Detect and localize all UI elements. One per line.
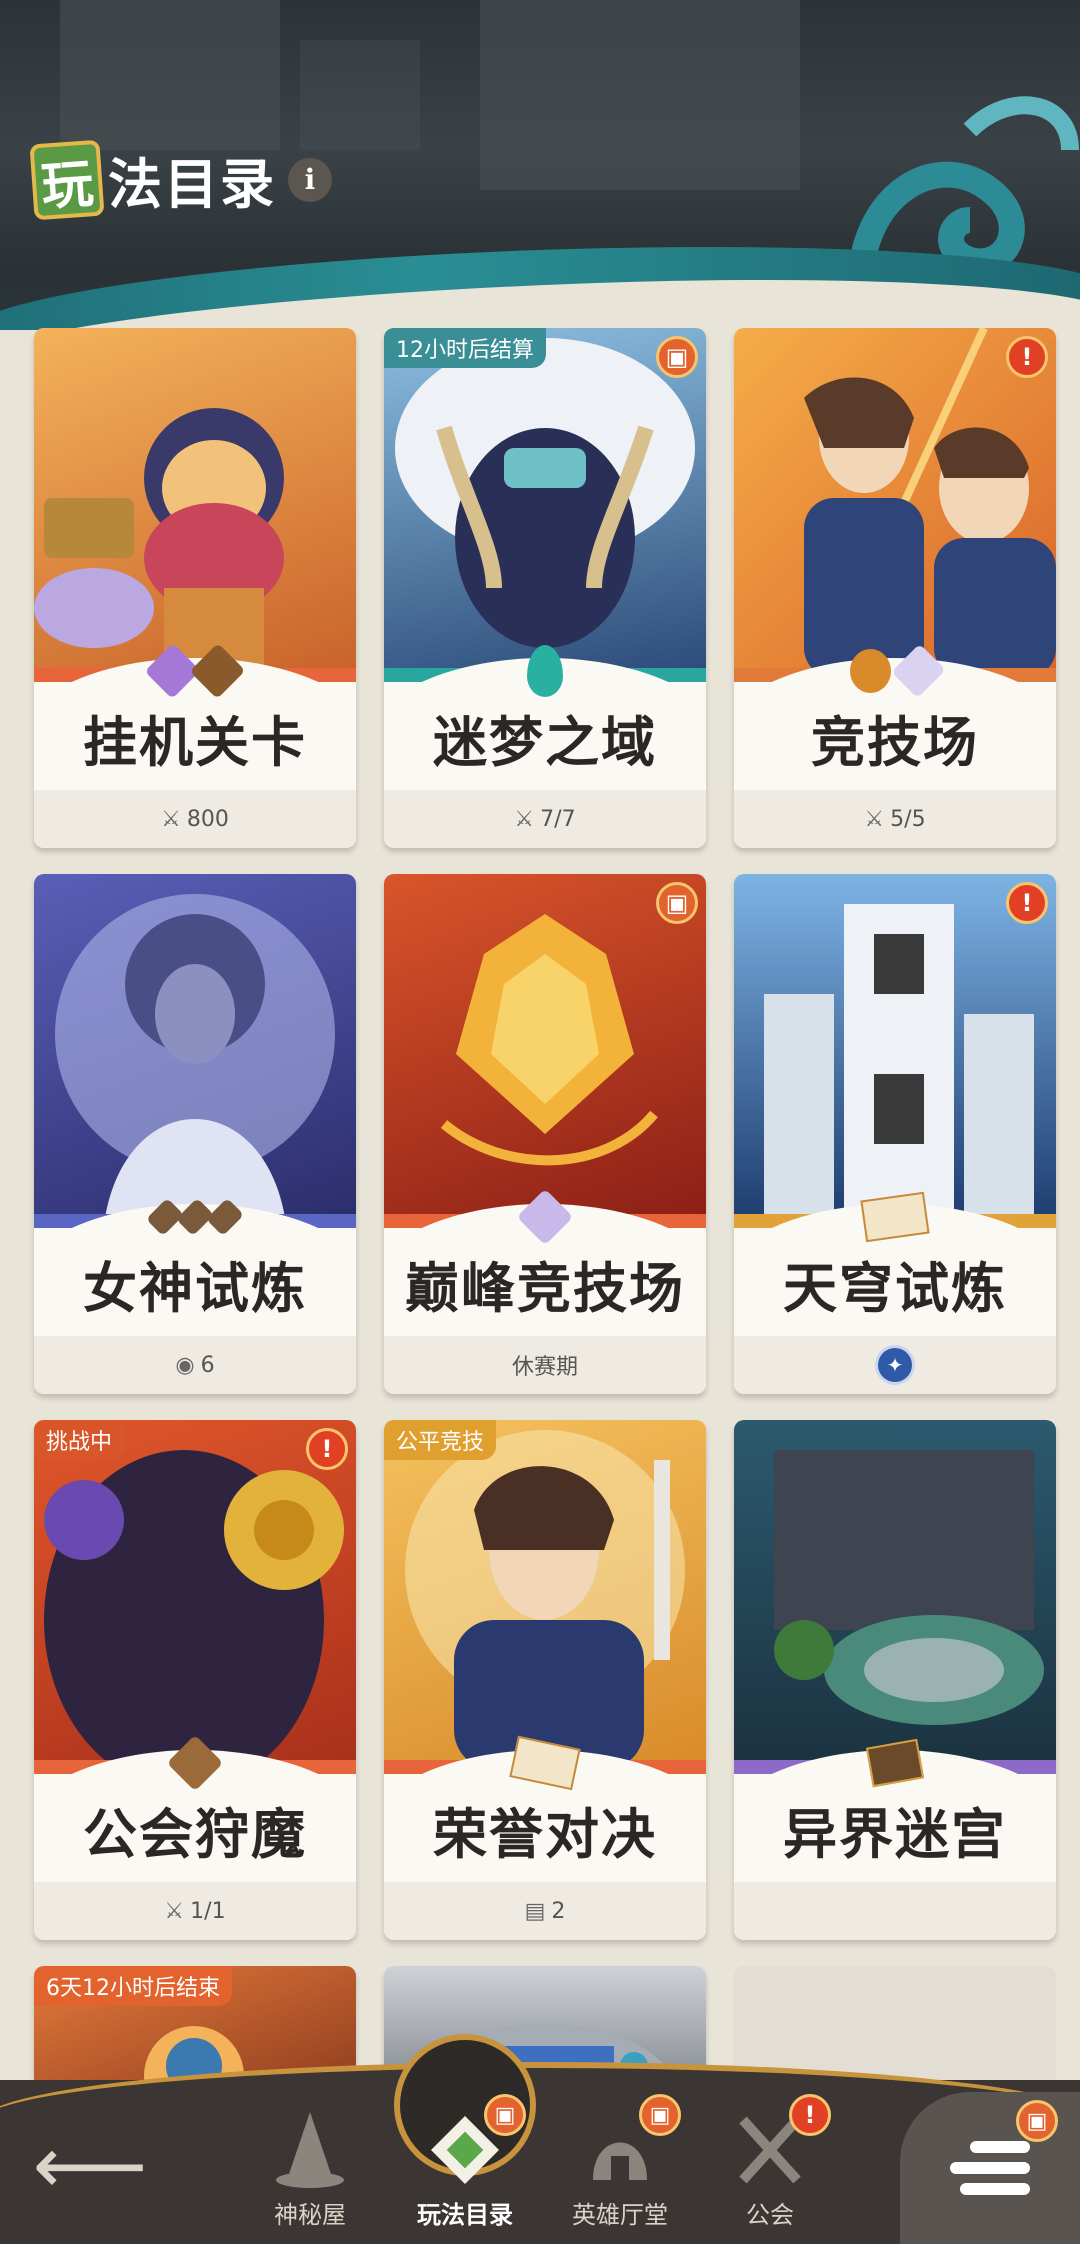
- mode-grid: 挂机关卡 ⚔ 800 12小时后结算 ▣ 迷梦之域 ⚔ 7/7 ! 竞技场 ⚔ …: [0, 0, 1080, 2244]
- mode-card-sky-trial[interactable]: ! 天穹试炼 ✦: [734, 874, 1056, 1394]
- reward-emblem: [500, 643, 590, 699]
- card-title: 公会狩魔: [83, 1802, 307, 1866]
- status-tag: 公平竞技: [384, 1420, 497, 1460]
- gift-badge-icon: ▣: [1016, 2100, 1058, 2142]
- mode-card-peak-arena[interactable]: ▣ 巅峰竞技场 休赛期: [384, 874, 706, 1394]
- card-footer-value: 1/1: [190, 1898, 226, 1924]
- card-footer-value: 5/5: [890, 806, 926, 832]
- card-footer: ⚔ 800: [34, 790, 356, 848]
- mode-card-afk-stages[interactable]: 挂机关卡 ⚔ 800: [34, 328, 356, 848]
- card-art: [734, 1420, 1056, 1770]
- reward-emblem: [150, 1734, 240, 1792]
- mode-card-arena[interactable]: ! 竞技场 ⚔ 5/5: [734, 328, 1056, 848]
- nav-item-mystery-house[interactable]: 神秘屋: [235, 2080, 385, 2244]
- card-footer: ⚔ 1/1: [34, 1882, 356, 1940]
- water-drop-icon: [527, 645, 563, 697]
- card-footer: ⚔ 7/7: [384, 790, 706, 848]
- crossed-swords-icon: ⚔: [164, 1898, 185, 1924]
- reward-emblem: [144, 643, 246, 699]
- reward-emblem: [850, 1735, 940, 1791]
- reward-emblem: [850, 643, 946, 699]
- reward-chest-icon: [189, 643, 246, 699]
- emblem-icon: [205, 1197, 245, 1237]
- menu-button[interactable]: ▣: [900, 2092, 1080, 2244]
- gift-badge-icon: ▣: [656, 882, 698, 924]
- back-arrow-icon[interactable]: ⟵: [33, 2119, 148, 2212]
- card-art: [384, 874, 706, 1224]
- card-art: [734, 874, 1056, 1224]
- scroll-icon: [509, 1735, 581, 1791]
- mode-card-goddess-trial[interactable]: 女神试炼 ◉ 6: [34, 874, 356, 1394]
- crystal-icon: [891, 643, 946, 699]
- card-footer: [734, 1882, 1056, 1940]
- treasure-map-icon: [865, 1738, 925, 1788]
- crossed-swords-icon: ⚔: [864, 806, 885, 832]
- mode-card-dream-realm[interactable]: 12小时后结算 ▣ 迷梦之域 ⚔ 7/7: [384, 328, 706, 848]
- card-footer-value: 800: [186, 806, 229, 832]
- alert-badge-icon: !: [306, 1428, 348, 1470]
- card-art: [384, 1420, 706, 1770]
- coin-icon: ◉: [175, 1352, 195, 1378]
- alert-badge-icon: !: [789, 2094, 831, 2136]
- crystal-icon: [516, 1188, 574, 1246]
- compass-icon: ✦: [878, 1348, 912, 1382]
- card-footer: ⚔ 5/5: [734, 790, 1056, 848]
- coin-icon: [850, 649, 891, 693]
- card-footer-value: 2: [551, 1898, 566, 1924]
- reward-emblem: [850, 1189, 940, 1245]
- crossed-swords-icon: ⚔: [514, 806, 535, 832]
- nav-label: 公会: [746, 2201, 794, 2229]
- card-footer-value: 6: [200, 1352, 215, 1378]
- mode-card-otherworld-labyrinth[interactable]: 异界迷宫: [734, 1420, 1056, 1940]
- alert-badge-icon: !: [1006, 882, 1048, 924]
- card-art: [34, 874, 356, 1224]
- card-footer: ◉ 6: [34, 1336, 356, 1394]
- witch-hat-icon: [273, 2112, 347, 2188]
- card-title: 竞技场: [811, 710, 979, 774]
- card-footer: ▤ 2: [384, 1882, 706, 1940]
- card-footer: ✦: [734, 1336, 1056, 1394]
- card-title: 巅峰竞技场: [405, 1256, 685, 1320]
- card-footer: 休赛期: [384, 1336, 706, 1394]
- scroll-icon: [860, 1191, 930, 1243]
- nav-item-hero-hall[interactable]: ▣ 英雄厅堂: [545, 2080, 695, 2244]
- reward-emblem: [500, 1735, 590, 1791]
- emblem-icon: [166, 1734, 224, 1792]
- card-art: [34, 328, 356, 678]
- status-tag: 6天12小时后结束: [34, 1966, 232, 2006]
- card-title: 异界迷宫: [783, 1802, 1007, 1866]
- nav-label: 玩法目录: [417, 2201, 513, 2229]
- nav-item-guild[interactable]: ! 公会: [695, 2080, 845, 2244]
- card-title: 迷梦之域: [433, 710, 657, 774]
- card-title: 挂机关卡: [83, 710, 307, 774]
- nav-item-mode-catalog[interactable]: ▣ 玩法目录: [390, 2040, 540, 2244]
- crossed-swords-icon: ⚔: [161, 806, 181, 832]
- gift-badge-icon: ▣: [639, 2094, 681, 2136]
- status-tag: 12小时后结算: [384, 328, 546, 368]
- gift-badge-icon: ▣: [656, 336, 698, 378]
- alert-badge-icon: !: [1006, 336, 1048, 378]
- card-title: 荣誉对决: [433, 1802, 657, 1866]
- card-art: [34, 1420, 356, 1770]
- status-tag: 挑战中: [34, 1420, 125, 1460]
- nav-label: 神秘屋: [274, 2201, 346, 2229]
- scroll-icon: ▤: [524, 1898, 546, 1924]
- gift-badge-icon: ▣: [484, 2094, 526, 2136]
- list-menu-icon: [950, 2132, 1030, 2204]
- mode-card-guild-hunt[interactable]: 挑战中 ! 公会狩魔 ⚔ 1/1: [34, 1420, 356, 1940]
- card-title: 天穹试炼: [783, 1256, 1007, 1320]
- card-art: [384, 328, 706, 678]
- reward-emblem: [500, 1188, 590, 1246]
- card-footer-value: 休赛期: [511, 1355, 578, 1380]
- reward-emblem: [145, 1189, 245, 1245]
- nav-label: 英雄厅堂: [572, 2201, 668, 2229]
- card-title: 女神试炼: [83, 1256, 307, 1320]
- card-footer-value: 7/7: [540, 806, 576, 832]
- card-art: [734, 328, 1056, 678]
- mode-card-honor-duel[interactable]: 公平竞技 荣誉对决 ▤ 2: [384, 1420, 706, 1940]
